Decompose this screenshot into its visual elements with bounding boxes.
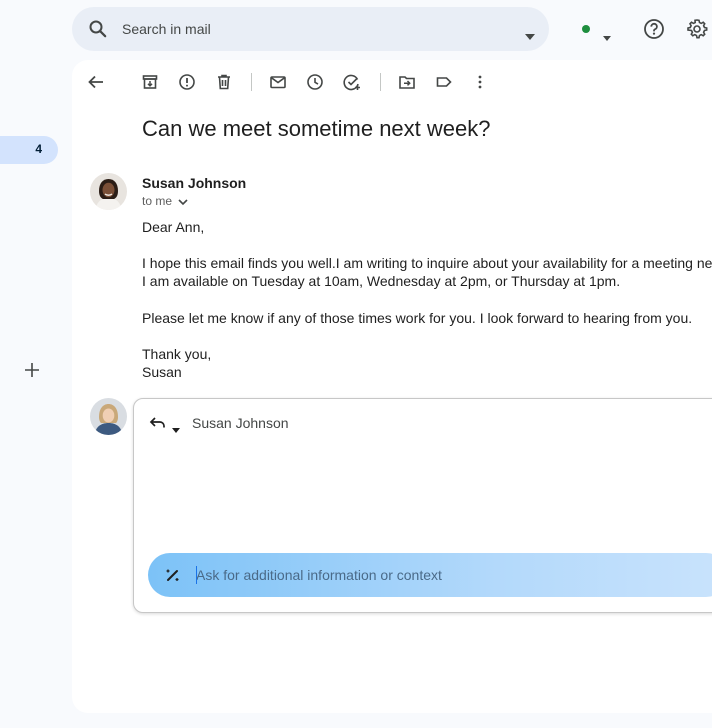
reply-recipient[interactable]: Susan Johnson: [192, 415, 289, 431]
email-greeting: Dear Ann,: [142, 219, 205, 235]
toolbar-divider: [251, 73, 252, 91]
reply-type-icon[interactable]: [149, 414, 167, 437]
text-cursor: [196, 566, 197, 584]
help-icon[interactable]: [643, 18, 665, 45]
status-dropdown-icon[interactable]: [603, 28, 611, 46]
user-avatar[interactable]: [90, 398, 127, 435]
more-vert-icon[interactable]: [470, 72, 490, 92]
recipient-details-toggle[interactable]: to me: [142, 194, 188, 209]
settings-gear-icon[interactable]: [686, 18, 708, 45]
sender-name[interactable]: Susan Johnson: [142, 175, 246, 191]
toolbar-divider: [380, 73, 381, 91]
reply-type-dropdown-icon[interactable]: [172, 420, 180, 438]
search-icon[interactable]: [88, 19, 108, 44]
message-panel: [72, 60, 712, 713]
email-body-line: Please let me know if any of those times…: [142, 310, 693, 326]
email-signature: Susan: [142, 364, 182, 380]
unread-count-badge: 4: [35, 142, 42, 156]
add-task-icon[interactable]: [342, 72, 362, 92]
delete-icon[interactable]: [214, 72, 234, 92]
nav-item-inbox-active[interactable]: 4: [0, 136, 58, 164]
back-arrow-icon[interactable]: [86, 72, 106, 92]
chevron-down-icon[interactable]: [178, 195, 188, 209]
search-options-dropdown-icon[interactable]: [525, 27, 535, 45]
email-signoff: Thank you,: [142, 346, 212, 362]
mark-unread-icon[interactable]: [268, 72, 288, 92]
ask-context-field[interactable]: Ask for additional information or contex…: [148, 553, 712, 597]
report-spam-icon[interactable]: [177, 72, 197, 92]
sender-avatar[interactable]: [90, 173, 127, 210]
search-bar[interactable]: Search in mail: [72, 7, 549, 51]
add-label-icon[interactable]: [22, 360, 42, 380]
email-subject: Can we meet sometime next week?: [142, 116, 491, 141]
archive-icon[interactable]: [140, 72, 160, 92]
email-body-line: I hope this email finds you well.I am wr…: [142, 255, 712, 271]
email-body-line: I am available on Tuesday at 10am, Wedne…: [142, 273, 621, 289]
magic-wand-icon[interactable]: [164, 566, 182, 589]
recipient-line: to me: [142, 194, 173, 208]
label-icon[interactable]: [434, 72, 454, 92]
search-input[interactable]: Search in mail: [122, 21, 211, 37]
ask-input-placeholder[interactable]: Ask for additional information or contex…: [196, 567, 442, 583]
status-indicator-icon[interactable]: [582, 25, 590, 33]
move-to-icon[interactable]: [397, 72, 417, 92]
snooze-icon[interactable]: [305, 72, 325, 92]
